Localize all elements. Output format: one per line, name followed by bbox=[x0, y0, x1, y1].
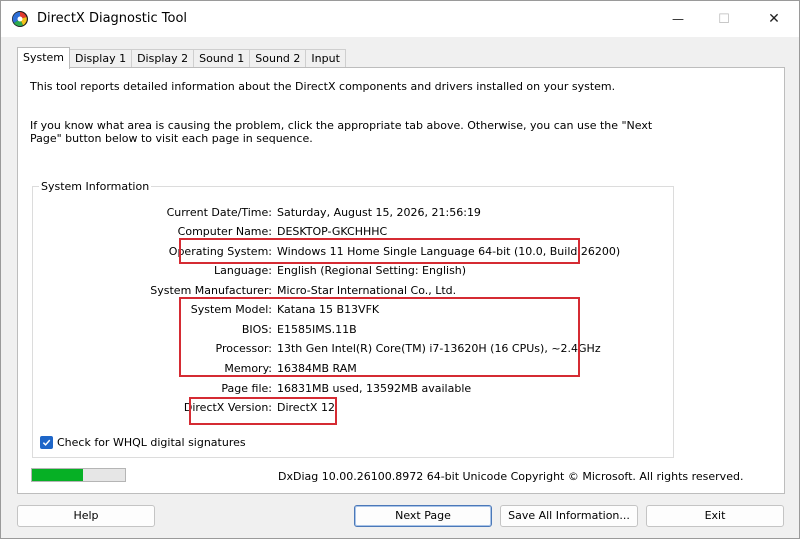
minimize-button[interactable]: — bbox=[655, 1, 701, 37]
system-tab-panel: This tool reports detailed information a… bbox=[17, 67, 785, 494]
maximize-icon: ☐ bbox=[718, 11, 730, 27]
whql-checkbox[interactable] bbox=[40, 436, 53, 449]
tab-strip: System Display 1 Display 2 Sound 1 Sound… bbox=[17, 47, 346, 69]
tab-input[interactable]: Input bbox=[305, 49, 346, 68]
next-page-button[interactable]: Next Page bbox=[354, 505, 492, 527]
tab-sound-2[interactable]: Sound 2 bbox=[249, 49, 307, 68]
minimize-icon: — bbox=[672, 12, 684, 26]
tab-system[interactable]: System bbox=[17, 47, 71, 69]
close-icon: ✕ bbox=[768, 11, 780, 27]
info-row-date-time: Current Date/Time: Saturday, August 15, … bbox=[33, 206, 673, 220]
info-value: DESKTOP-GKCHHHC bbox=[277, 225, 388, 238]
highlight-box-operating-system bbox=[179, 238, 580, 264]
maximize-button[interactable]: ☐ bbox=[701, 1, 747, 37]
info-label: System Manufacturer: bbox=[150, 284, 272, 297]
help-button[interactable]: Help bbox=[17, 505, 155, 527]
group-legend: System Information bbox=[39, 180, 152, 193]
title-bar: DirectX Diagnostic Tool — ☐ ✕ bbox=[1, 1, 799, 37]
info-value: English (Regional Setting: English) bbox=[277, 264, 467, 277]
directx-app-icon bbox=[12, 11, 28, 27]
info-value: 16831MB used, 13592MB available bbox=[277, 382, 472, 395]
info-row-page-file: Page file: 16831MB used, 13592MB availab… bbox=[33, 382, 673, 396]
info-row-language: Language: English (Regional Setting: Eng… bbox=[33, 264, 673, 278]
window-title: DirectX Diagnostic Tool bbox=[37, 11, 188, 26]
tab-display-1[interactable]: Display 1 bbox=[69, 49, 133, 68]
tab-display-2[interactable]: Display 2 bbox=[131, 49, 195, 68]
info-value: Saturday, August 15, 2026, 21:56:19 bbox=[277, 206, 481, 219]
info-value: Micro-Star International Co., Ltd. bbox=[277, 284, 457, 297]
highlight-box-hardware bbox=[179, 297, 580, 377]
checkmark-icon bbox=[42, 439, 51, 446]
progress-bar bbox=[31, 468, 126, 482]
info-label: Current Date/Time: bbox=[166, 206, 272, 219]
tab-sound-1[interactable]: Sound 1 bbox=[193, 49, 251, 68]
info-label: Page file: bbox=[221, 382, 272, 395]
info-label: Computer Name: bbox=[177, 225, 272, 238]
progress-bar-fill bbox=[32, 469, 84, 481]
close-button[interactable]: ✕ bbox=[751, 1, 797, 37]
info-label: Language: bbox=[214, 264, 272, 277]
info-row-directx-version: DirectX Version: DirectX 12 bbox=[33, 401, 673, 415]
whql-checkbox-label: Check for WHQL digital signatures bbox=[57, 436, 246, 449]
whql-checkbox-row[interactable]: Check for WHQL digital signatures bbox=[40, 436, 246, 449]
exit-button[interactable]: Exit bbox=[646, 505, 784, 527]
dxdiag-window: DirectX Diagnostic Tool — ☐ ✕ System Dis… bbox=[0, 0, 800, 539]
info-row-computer-name: Computer Name: DESKTOP-GKCHHHC bbox=[33, 225, 673, 239]
copyright-text: DxDiag 10.00.26100.8972 64-bit Unicode C… bbox=[278, 470, 744, 483]
highlight-box-directx-version bbox=[189, 397, 337, 425]
info-row-system-manufacturer: System Manufacturer: Micro-Star Internat… bbox=[33, 284, 673, 298]
save-all-information-button[interactable]: Save All Information... bbox=[500, 505, 638, 527]
intro-text: This tool reports detailed information a… bbox=[30, 80, 616, 93]
intro-instructions: If you know what area is causing the pro… bbox=[30, 119, 653, 145]
